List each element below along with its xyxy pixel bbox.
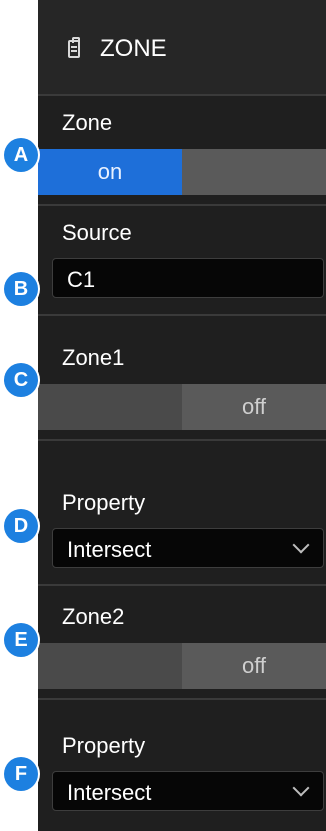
zone1-toggle-off[interactable]: off [182,384,326,430]
property2-section: Property Intersect [38,719,326,829]
zone-label: Zone [62,110,113,135]
clipboard-icon [68,37,80,58]
source-label: Source [62,220,132,245]
zone-menu-panel: ZONE Zone on Source C1 Zone1 off Propert… [38,0,326,831]
callout-marker-b: B [4,272,38,306]
zone1-toggle-on[interactable] [38,384,182,430]
callout-marker-c: C [4,363,38,397]
source-field[interactable]: C1 [52,258,324,298]
property1-label: Property [62,490,146,515]
callout-marker-e: E [4,623,38,657]
zone-toggle[interactable]: on [38,149,326,195]
callout-marker-a: A [4,138,38,172]
zone-section: Zone on [38,96,326,206]
property2-select[interactable]: Intersect [52,771,324,811]
zone1-label: Zone1 [62,345,125,370]
chevron-down-icon [292,779,310,797]
property1-value: Intersect [67,537,152,562]
zone2-toggle-on[interactable] [38,643,182,689]
zone1-toggle[interactable]: off [38,384,326,430]
zone-toggle-on[interactable]: on [38,149,182,195]
property2-value: Intersect [67,780,152,805]
property2-label: Property [62,733,146,758]
callout-marker-f: F [4,757,38,791]
zone2-label: Zone2 [62,604,125,629]
callout-marker-d: D [4,509,38,543]
zone2-section: Zone2 off [38,590,326,700]
menu-header: ZONE [38,0,326,96]
source-value: C1 [67,267,96,292]
zone-toggle-off[interactable] [182,149,326,195]
source-section: Source C1 [38,206,326,316]
property1-section: Property Intersect [38,476,326,586]
zone2-toggle-off[interactable]: off [182,643,326,689]
menu-title: ZONE [100,35,167,62]
zone1-section: Zone1 off [38,331,326,441]
chevron-down-icon [292,536,310,554]
zone2-toggle[interactable]: off [38,643,326,689]
property1-select[interactable]: Intersect [52,528,324,568]
